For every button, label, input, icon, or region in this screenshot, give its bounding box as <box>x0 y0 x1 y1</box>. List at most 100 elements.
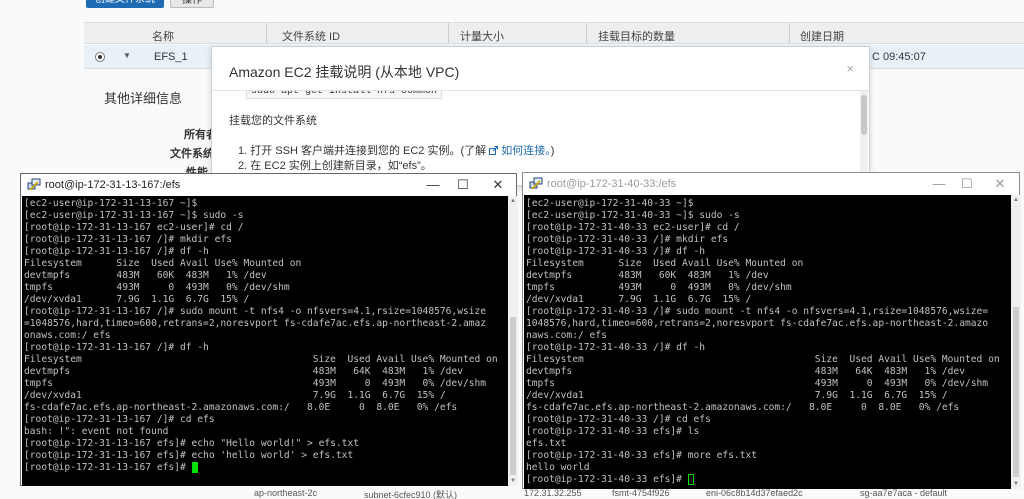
terminal-line-text: [root@ip-172-31-40-33 efs]# more efs.txt <box>526 450 758 461</box>
chevron-down-icon[interactable]: ▼ <box>123 51 131 60</box>
window-title: root@ip-172-31-13-167:/efs <box>45 179 181 191</box>
terminal-line-text: tmpfs 493M 0 493M 0% /dev/shm <box>24 378 487 389</box>
terminal-line: /dev/xvda1 7.9G 1.1G 6.7G 15% / <box>526 294 751 306</box>
terminal-line: =1048576,hard,timeo=600,retrans=2,noresv… <box>24 318 486 330</box>
terminal-line-text: bash: !": event not found <box>24 426 169 437</box>
terminal-line: naws.com:/ efs <box>526 330 607 342</box>
terminal-line: bash: !": event not found <box>24 426 168 438</box>
terminal-screen[interactable]: [ec2-user@ip-172-31-13-167 ~]$ [ec2-user@… <box>22 196 508 486</box>
close-button[interactable]: ✕ <box>482 176 514 194</box>
terminal-line: devtmpfs 483M 60K 483M 1% /dev <box>24 270 267 282</box>
terminal-scrollbar[interactable]: ▲ ▼ <box>1011 195 1021 489</box>
terminal-line-text: /dev/xvda1 7.9G 1.1G 6.7G 15% / <box>526 390 948 401</box>
terminal-line-text: [root@ip-172-31-13-167 efs]# echo 'hello… <box>24 450 354 461</box>
terminal-screen[interactable]: [ec2-user@ip-172-31-40-33 ~]$ [ec2-user@i… <box>524 195 1011 489</box>
terminal-line-text: [root@ip-172-31-13-167 efs]# echo "Hello… <box>24 438 360 449</box>
terminal-line-text: devtmpfs 483M 64K 483M 1% /dev <box>24 366 463 377</box>
modal-scrollbar-thumb[interactable] <box>861 95 867 135</box>
terminal-line: [root@ip-172-31-13-167 /]# mkdir efs <box>24 234 232 246</box>
terminal-line-text: Filesystem Size Used Avail Use% Mounted … <box>24 258 302 269</box>
maximize-button[interactable]: ☐ <box>951 175 983 193</box>
terminal-line-text: [root@ip-172-31-40-33 efs]# <box>526 474 688 485</box>
terminal-line-text: [ec2-user@ip-172-31-40-33 ~]$ <box>526 198 694 209</box>
terminal-line-text: [root@ip-172-31-13-167 efs]# <box>24 462 192 473</box>
terminal-line-text: [ec2-user@ip-172-31-13-167 ~]$ <box>24 198 198 209</box>
terminal-line-text: [root@ip-172-31-40-33 /]# mkdir efs <box>526 234 729 245</box>
terminal-line-text: naws.com:/ efs <box>526 330 607 341</box>
column-mount-targets[interactable]: 挂载目标的数量 <box>598 28 675 44</box>
row-select-radio[interactable] <box>95 52 105 62</box>
terminal-line-text: devtmpfs 483M 64K 483M 1% /dev <box>526 366 965 377</box>
terminal-line-text: devtmpfs 483M 60K 483M 1% /dev <box>24 270 267 281</box>
column-name[interactable]: 名称 <box>152 28 174 44</box>
close-button[interactable]: ✕ <box>984 175 1016 193</box>
terminal-line: [root@ip-172-31-40-33 /]# cd efs <box>526 414 711 426</box>
step-1-text: 1. 打开 SSH 客户端并连接到您的 EC2 实例。(了解 <box>238 145 487 157</box>
putty-window-right[interactable]: root@ip-172-31-40-33:/efs — ☐ ✕ [ec2-use… <box>522 172 1021 489</box>
create-file-system-button[interactable]: 创建文件系统 <box>86 0 164 8</box>
terminal-line-text: [root@ip-172-31-13-167 /]# mkdir efs <box>24 234 232 245</box>
scrollbar-thumb[interactable] <box>510 317 516 475</box>
terminal-line: [root@ip-172-31-40-33 /]# df -h <box>526 342 705 354</box>
scrollbar-thumb[interactable] <box>1013 307 1019 477</box>
code-snippet: sudo apt-get install nfs-common <box>246 91 443 99</box>
terminal-line: [root@ip-172-31-40-33 efs]# more efs.txt <box>526 450 757 462</box>
putty-icon <box>27 178 41 191</box>
terminal-line: efs.txt <box>526 438 566 450</box>
subnet-id: subnet-6cfec910 (默认) <box>364 490 458 499</box>
modal-scrollbar[interactable] <box>860 91 868 185</box>
terminal-line-text: fs-cdafe7ac.efs.ap-northeast-2.amazonaws… <box>526 402 960 413</box>
terminal-line: onaws.com:/ efs <box>24 330 111 342</box>
terminal-line-text: /dev/xvda1 7.9G 1.1G 6.7G 15% / <box>526 294 752 305</box>
putty-window-left[interactable]: root@ip-172-31-13-167:/efs — ☐ ✕ [ec2-us… <box>20 173 518 486</box>
scroll-up-icon[interactable]: ▲ <box>1011 195 1021 205</box>
minimize-button[interactable]: — <box>417 176 449 194</box>
details-title: 其他详细信息 <box>104 91 183 106</box>
ip-address: 172.31.32.255 <box>524 488 582 498</box>
column-divider <box>266 23 267 43</box>
terminal-line: tmpfs 493M 0 493M 0% /dev/shm <box>526 378 988 390</box>
terminal-line: [root@ip-172-31-13-167 /]# cd efs <box>24 414 215 426</box>
external-link-icon <box>489 146 499 155</box>
column-fs-id[interactable]: 文件系统 ID <box>282 28 340 44</box>
terminal-cursor <box>687 474 694 485</box>
close-icon[interactable]: × <box>846 61 854 76</box>
terminal-line: fs-cdafe7ac.efs.ap-northeast-2.amazonaws… <box>24 402 457 414</box>
column-metered-size[interactable]: 计量大小 <box>460 28 504 44</box>
terminal-line-text: tmpfs 493M 0 493M 0% /dev/shm <box>526 282 792 293</box>
terminal-line: Filesystem Size Used Avail Use% Mounted … <box>24 258 301 270</box>
column-divider <box>448 23 449 43</box>
terminal-line: /dev/xvda1 7.9G 1.1G 6.7G 15% / <box>24 294 249 306</box>
terminal-line-text: [root@ip-172-31-13-167 /]# sudo mount -t… <box>24 306 487 317</box>
terminal-scrollbar[interactable]: ▲ ▼ <box>508 196 518 486</box>
how-to-connect-link[interactable]: 如何连接。 <box>501 145 551 157</box>
terminal-line-text: Filesystem Size Used Avail Use% Mounted … <box>526 258 804 269</box>
terminal-line: [ec2-user@ip-172-31-13-167 ~]$ sudo -s <box>24 210 244 222</box>
availability-zone: ap-northeast-2c <box>254 488 318 498</box>
terminal-cursor <box>191 462 198 473</box>
terminal-line: [root@ip-172-31-40-33 /]# mkdir efs <box>526 234 728 246</box>
modal-body: sudo apt-get install nfs-common 挂载您的文件系统… <box>212 91 869 185</box>
terminal-line-text: tmpfs 493M 0 493M 0% /dev/shm <box>24 282 290 293</box>
terminal-line: tmpfs 493M 0 493M 0% /dev/shm <box>526 282 792 294</box>
row-name: EFS_1 <box>154 51 188 63</box>
detail-label-fs: 文件系统 <box>170 148 214 160</box>
window-titlebar[interactable]: root@ip-172-31-40-33:/efs — ☐ ✕ <box>523 173 1019 195</box>
maximize-button[interactable]: ☐ <box>447 176 479 194</box>
column-creation-date[interactable]: 创建日期 <box>800 28 844 44</box>
terminal-line-text: onaws.com:/ efs <box>24 330 111 341</box>
terminal-line-text: hello world <box>526 462 590 473</box>
terminal-line-text: devtmpfs 483M 60K 483M 1% /dev <box>526 270 769 281</box>
actions-button[interactable]: 操作 <box>170 0 214 8</box>
terminal-line-text: fs-cdafe7ac.efs.ap-northeast-2.amazonaws… <box>24 402 458 413</box>
terminal-line: tmpfs 493M 0 493M 0% /dev/shm <box>24 378 486 390</box>
step-1: 1. 打开 SSH 客户端并连接到您的 EC2 实例。(了解 如何连接。) <box>238 142 554 158</box>
scroll-down-icon[interactable]: ▼ <box>1011 479 1021 489</box>
terminal-line: [root@ip-172-31-13-167 ec2-user]# cd / <box>24 222 244 234</box>
step-2: 2. 在 EC2 实例上创建新目录，如“efs”。 <box>238 160 432 172</box>
network-interface-id: eni-06c8b14d37efaed2c <box>706 488 803 498</box>
scroll-up-icon[interactable]: ▲ <box>508 196 518 206</box>
window-titlebar[interactable]: root@ip-172-31-13-167:/efs — ☐ ✕ <box>21 174 516 196</box>
scroll-down-icon[interactable]: ▼ <box>508 476 518 486</box>
terminal-line: tmpfs 493M 0 493M 0% /dev/shm <box>24 282 290 294</box>
